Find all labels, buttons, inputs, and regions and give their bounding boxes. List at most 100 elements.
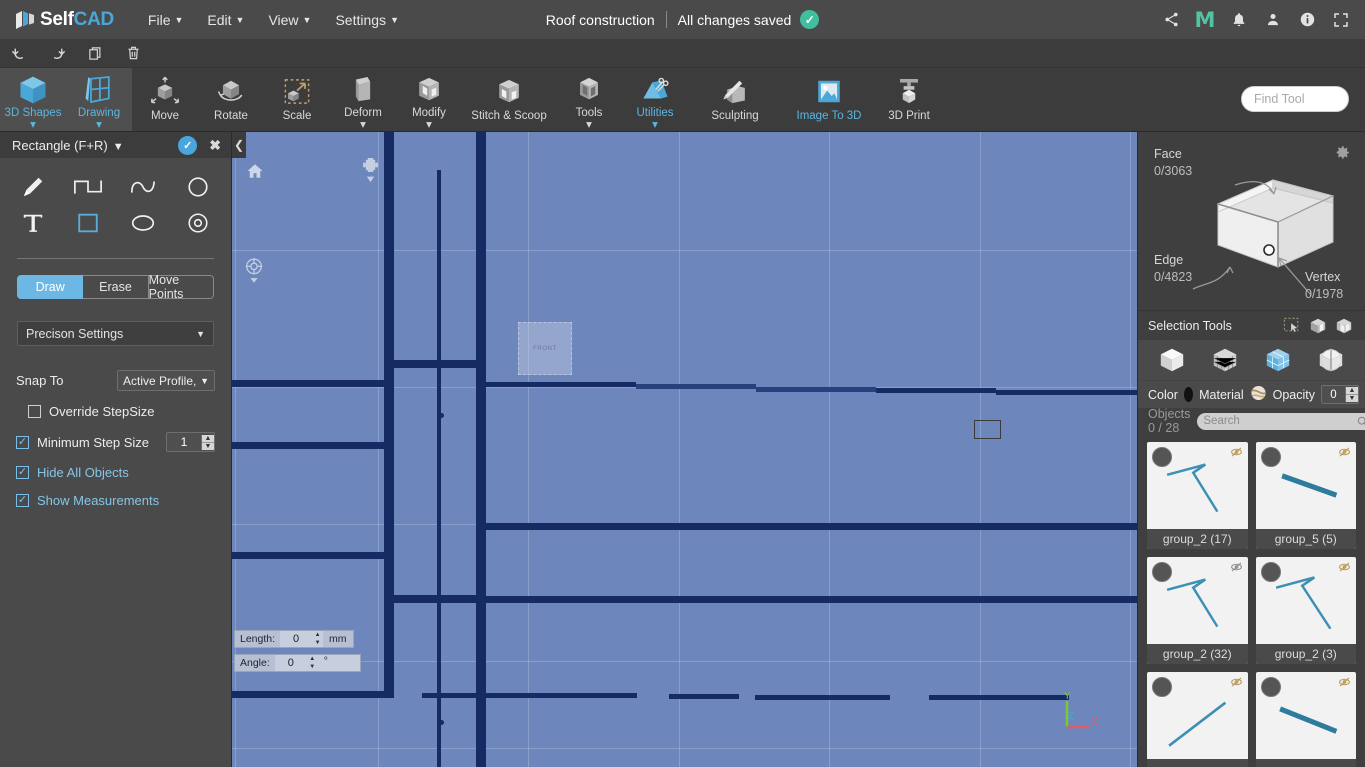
box-select-add-icon[interactable]	[1305, 314, 1331, 338]
eye-hidden-icon[interactable]	[1230, 676, 1243, 691]
angle-input[interactable]	[274, 655, 307, 671]
stepper-down-icon[interactable]: ▼	[202, 441, 214, 450]
minimum-step-size-checkbox[interactable]: ✓	[16, 435, 29, 449]
front-plane-widget[interactable]: FRONT	[518, 322, 572, 375]
object-select-toggle[interactable]	[1152, 677, 1172, 697]
ribbon-deform[interactable]: Deform ▾	[330, 68, 396, 131]
list-item[interactable]: group_2 (32)	[1147, 557, 1248, 664]
mentor-m-icon[interactable]: M	[1191, 6, 1219, 34]
home-view-icon[interactable]	[246, 162, 264, 183]
length-input[interactable]	[280, 631, 313, 647]
stepper-arrows[interactable]: ▲ ▼	[1345, 387, 1358, 402]
user-account-icon[interactable]	[1259, 6, 1287, 34]
rectangle-tool-icon[interactable]	[61, 206, 116, 240]
menu-settings[interactable]: Settings ▼	[323, 6, 411, 34]
minimum-step-size-input[interactable]	[167, 435, 201, 449]
ribbon-modify[interactable]: Modify ▾	[396, 68, 462, 131]
angle-stepper[interactable]: ▲ ▼	[306, 655, 318, 671]
draw-mode-button[interactable]: Draw	[17, 275, 84, 299]
polyline-tool-icon[interactable]	[61, 170, 116, 204]
selfcad-logo[interactable]: SelfCAD	[14, 9, 114, 31]
objects-search[interactable]	[1197, 412, 1365, 430]
opacity-input[interactable]	[1322, 388, 1345, 401]
curve-tool-icon[interactable]	[116, 170, 171, 204]
orbit-target-icon[interactable]	[244, 257, 264, 286]
hide-all-objects-row[interactable]: ✓ Hide All Objects	[16, 465, 215, 480]
object-select-toggle[interactable]	[1152, 562, 1172, 582]
list-item[interactable]: group_2 (17)	[1147, 442, 1248, 549]
delete-button[interactable]	[114, 39, 152, 67]
stepper-up-icon[interactable]: ▲	[1346, 387, 1358, 394]
ribbon-utilities[interactable]: Utilities ▾	[622, 68, 688, 131]
move-points-mode-button[interactable]: Move Points	[148, 273, 214, 301]
ribbon-rotate[interactable]: Rotate	[198, 68, 264, 131]
menu-edit[interactable]: Edit ▼	[195, 6, 256, 34]
erase-mode-button[interactable]: Erase	[83, 275, 149, 299]
info-icon[interactable]	[1293, 6, 1321, 34]
edge-mode-icon[interactable]	[1312, 343, 1350, 377]
list-item[interactable]	[1255, 672, 1356, 767]
object-select-toggle[interactable]	[1260, 677, 1281, 697]
eye-hidden-icon[interactable]	[1230, 561, 1243, 576]
view-cube-icon[interactable]	[362, 158, 379, 187]
eye-hidden-icon[interactable]	[1338, 561, 1351, 576]
stepper-down-icon[interactable]: ▼	[307, 663, 318, 671]
circle-tool-icon[interactable]	[170, 170, 225, 204]
chevron-down-icon[interactable]: ▼	[113, 141, 124, 153]
menu-file[interactable]: File ▼	[136, 6, 195, 34]
eye-hidden-icon[interactable]	[1338, 676, 1351, 691]
redo-button[interactable]	[38, 39, 76, 67]
length-measurement-box[interactable]: Length: ▲▼ mm	[234, 630, 354, 648]
opacity-stepper[interactable]: ▲▼	[1321, 385, 1359, 404]
object-select-toggle[interactable]	[1260, 447, 1281, 467]
stepper-arrows[interactable]: ▲ ▼	[201, 434, 214, 450]
objects-search-input[interactable]	[1203, 415, 1358, 427]
object-select-toggle[interactable]	[1260, 562, 1281, 582]
override-stepsize-row[interactable]: Override StepSize	[28, 404, 215, 419]
minimum-step-size-row[interactable]: ✓ Minimum Step Size ▲▼	[16, 432, 215, 452]
vertex-mode-icon[interactable]	[1206, 343, 1244, 377]
text-tool-icon[interactable]	[6, 206, 61, 240]
find-tool-input[interactable]	[1254, 92, 1336, 106]
collapse-panel-button[interactable]: ❮	[232, 132, 246, 158]
show-measurements-checkbox[interactable]: ✓	[16, 494, 29, 507]
ribbon-tools[interactable]: Tools ▾	[556, 68, 622, 131]
snap-to-dropdown[interactable]: Active Profile, ( ▼	[117, 370, 215, 391]
color-swatch[interactable]	[1183, 387, 1194, 402]
menu-view[interactable]: View ▼	[256, 6, 323, 34]
box-select-through-icon[interactable]	[1331, 314, 1357, 338]
stepper-up-icon[interactable]: ▲	[307, 655, 318, 663]
ellipse-tool-icon[interactable]	[116, 206, 171, 240]
face-mode-icon[interactable]	[1259, 343, 1297, 377]
stepper-up-icon[interactable]: ▲	[202, 434, 214, 442]
stepper-down-icon[interactable]: ▼	[1346, 394, 1358, 402]
ribbon-scale[interactable]: Scale	[264, 68, 330, 131]
find-tool-search[interactable]	[1241, 86, 1349, 112]
eye-hidden-icon[interactable]	[1338, 446, 1351, 461]
precision-settings-dropdown[interactable]: Precison Settings ▼	[17, 321, 214, 346]
share-icon[interactable]	[1157, 6, 1185, 34]
list-item[interactable]: group_5 (5)	[1255, 442, 1356, 549]
angle-measurement-box[interactable]: Angle: ▲▼ °	[234, 654, 361, 672]
stepper-down-icon[interactable]: ▼	[312, 639, 323, 647]
copy-button[interactable]	[76, 39, 114, 67]
confirm-button[interactable]: ✓	[178, 135, 198, 155]
length-stepper[interactable]: ▲ ▼	[312, 631, 324, 647]
viewport-canvas[interactable]: ❮ FRONT Length: 0 ▲ ▼ mm Angle: 0 ▲ ▼ ° …	[232, 132, 1137, 767]
ribbon-3d-print[interactable]: 3D Print	[876, 68, 942, 131]
fullscreen-icon[interactable]	[1327, 6, 1355, 34]
ribbon-drawing[interactable]: Drawing ▾	[66, 68, 132, 131]
ribbon-stitch-scoop[interactable]: Stitch & Scoop	[462, 68, 556, 131]
hide-all-objects-checkbox[interactable]: ✓	[16, 466, 29, 479]
stepper-up-icon[interactable]: ▲	[312, 631, 323, 639]
ring-tool-icon[interactable]	[170, 206, 225, 240]
rect-select-icon[interactable]	[1279, 314, 1305, 338]
eye-hidden-icon[interactable]	[1230, 446, 1243, 461]
ribbon-move[interactable]: Move	[132, 68, 198, 131]
list-item[interactable]	[1147, 672, 1248, 767]
ribbon-3d-shapes[interactable]: 3D Shapes ▾	[0, 68, 66, 131]
close-icon[interactable]: ✖	[205, 137, 225, 154]
notifications-bell-icon[interactable]	[1225, 6, 1253, 34]
override-stepsize-checkbox[interactable]	[28, 405, 41, 418]
ribbon-sculpting[interactable]: Sculpting	[688, 68, 782, 131]
